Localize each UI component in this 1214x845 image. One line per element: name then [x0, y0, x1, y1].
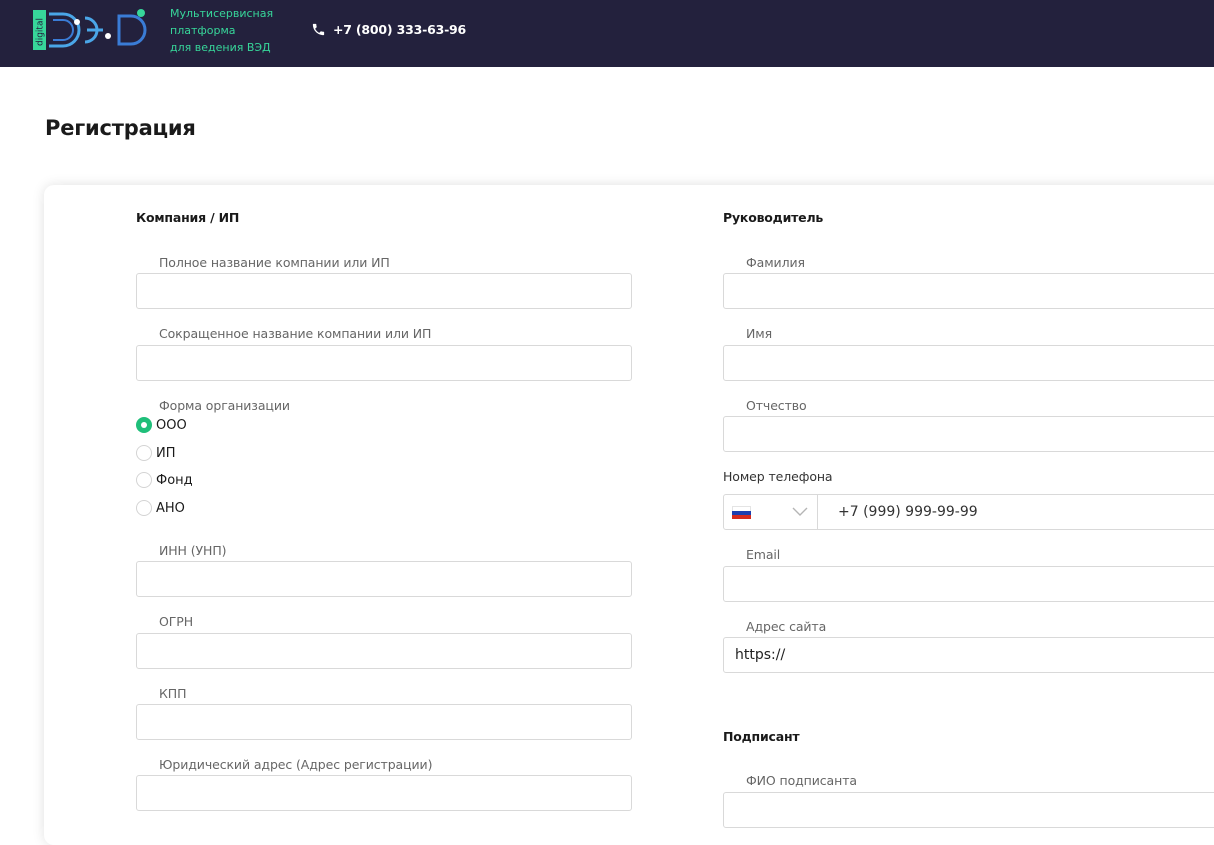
middle-name-input[interactable] [723, 416, 1214, 452]
last-name-label: Фамилия [746, 255, 805, 270]
radio-button[interactable] [136, 445, 152, 461]
org-form-option-ooo[interactable]: ООО [136, 416, 187, 434]
short-name-label: Сокращенное название компании или ИП [159, 326, 432, 341]
legal-address-label: Юридический адрес (Адрес регистрации) [159, 757, 433, 772]
org-form-label: Форма организации [159, 398, 290, 413]
director-section-title: Руководитель [723, 210, 824, 225]
first-name-input[interactable] [723, 345, 1214, 381]
radio-button[interactable] [136, 472, 152, 488]
tagline-line: Мультисервисная [170, 7, 274, 20]
ogrn-input[interactable] [136, 633, 632, 669]
tagline-line: для ведения ВЭД [170, 41, 271, 54]
ogrn-label: ОГРН [159, 614, 193, 629]
phone-number-field [723, 494, 1214, 530]
org-form-option-ip[interactable]: ИП [136, 444, 176, 462]
middle-name-label: Отчество [746, 398, 807, 413]
radio-label: ООО [156, 417, 187, 433]
kpp-label: КПП [159, 686, 187, 701]
full-name-label: Полное название компании или ИП [159, 255, 390, 270]
radio-button-checked[interactable] [136, 417, 152, 433]
full-name-input[interactable] [136, 273, 632, 309]
tagline-line: платформа [170, 24, 236, 37]
org-form-option-ano[interactable]: АНО [136, 499, 185, 517]
inn-label: ИНН (УНП) [159, 543, 227, 558]
email-label: Email [746, 547, 781, 562]
svg-text:digital: digital [36, 18, 46, 46]
radio-label: АНО [156, 500, 185, 516]
top-header: digital Мультисервисная платформа для ве… [0, 0, 1214, 67]
legal-address-input[interactable] [136, 775, 632, 811]
header-tagline: Мультисервисная платформа для ведения ВЭ… [170, 5, 280, 56]
country-code-select[interactable] [724, 495, 818, 529]
email-input[interactable] [723, 566, 1214, 602]
header-phone-number: +7 (800) 333-63-96 [333, 21, 467, 37]
page-title: Регистрация [45, 116, 196, 140]
website-input[interactable] [723, 637, 1214, 673]
company-section-title: Компания / ИП [136, 210, 240, 225]
russia-flag-icon [732, 505, 751, 519]
last-name-input[interactable] [723, 273, 1214, 309]
header-phone-link[interactable]: +7 (800) 333-63-96 [311, 20, 466, 38]
signer-fio-label: ФИО подписанта [746, 773, 857, 788]
phone-number-label: Номер телефона [723, 469, 833, 484]
chevron-down-icon [792, 507, 808, 516]
org-form-option-fond[interactable]: Фонд [136, 471, 193, 489]
vad-digital-logo[interactable]: digital [33, 6, 153, 54]
kpp-input[interactable] [136, 704, 632, 740]
radio-label: Фонд [156, 472, 193, 488]
website-label: Адрес сайта [746, 619, 827, 634]
signer-fio-input[interactable] [723, 792, 1214, 828]
inn-input[interactable] [136, 561, 632, 597]
short-name-input[interactable] [136, 345, 632, 381]
phone-number-input[interactable] [818, 495, 1214, 529]
signer-section-title: Подписант [723, 729, 800, 744]
radio-button[interactable] [136, 500, 152, 516]
phone-icon [311, 22, 326, 37]
radio-label: ИП [156, 445, 176, 461]
first-name-label: Имя [746, 326, 773, 341]
